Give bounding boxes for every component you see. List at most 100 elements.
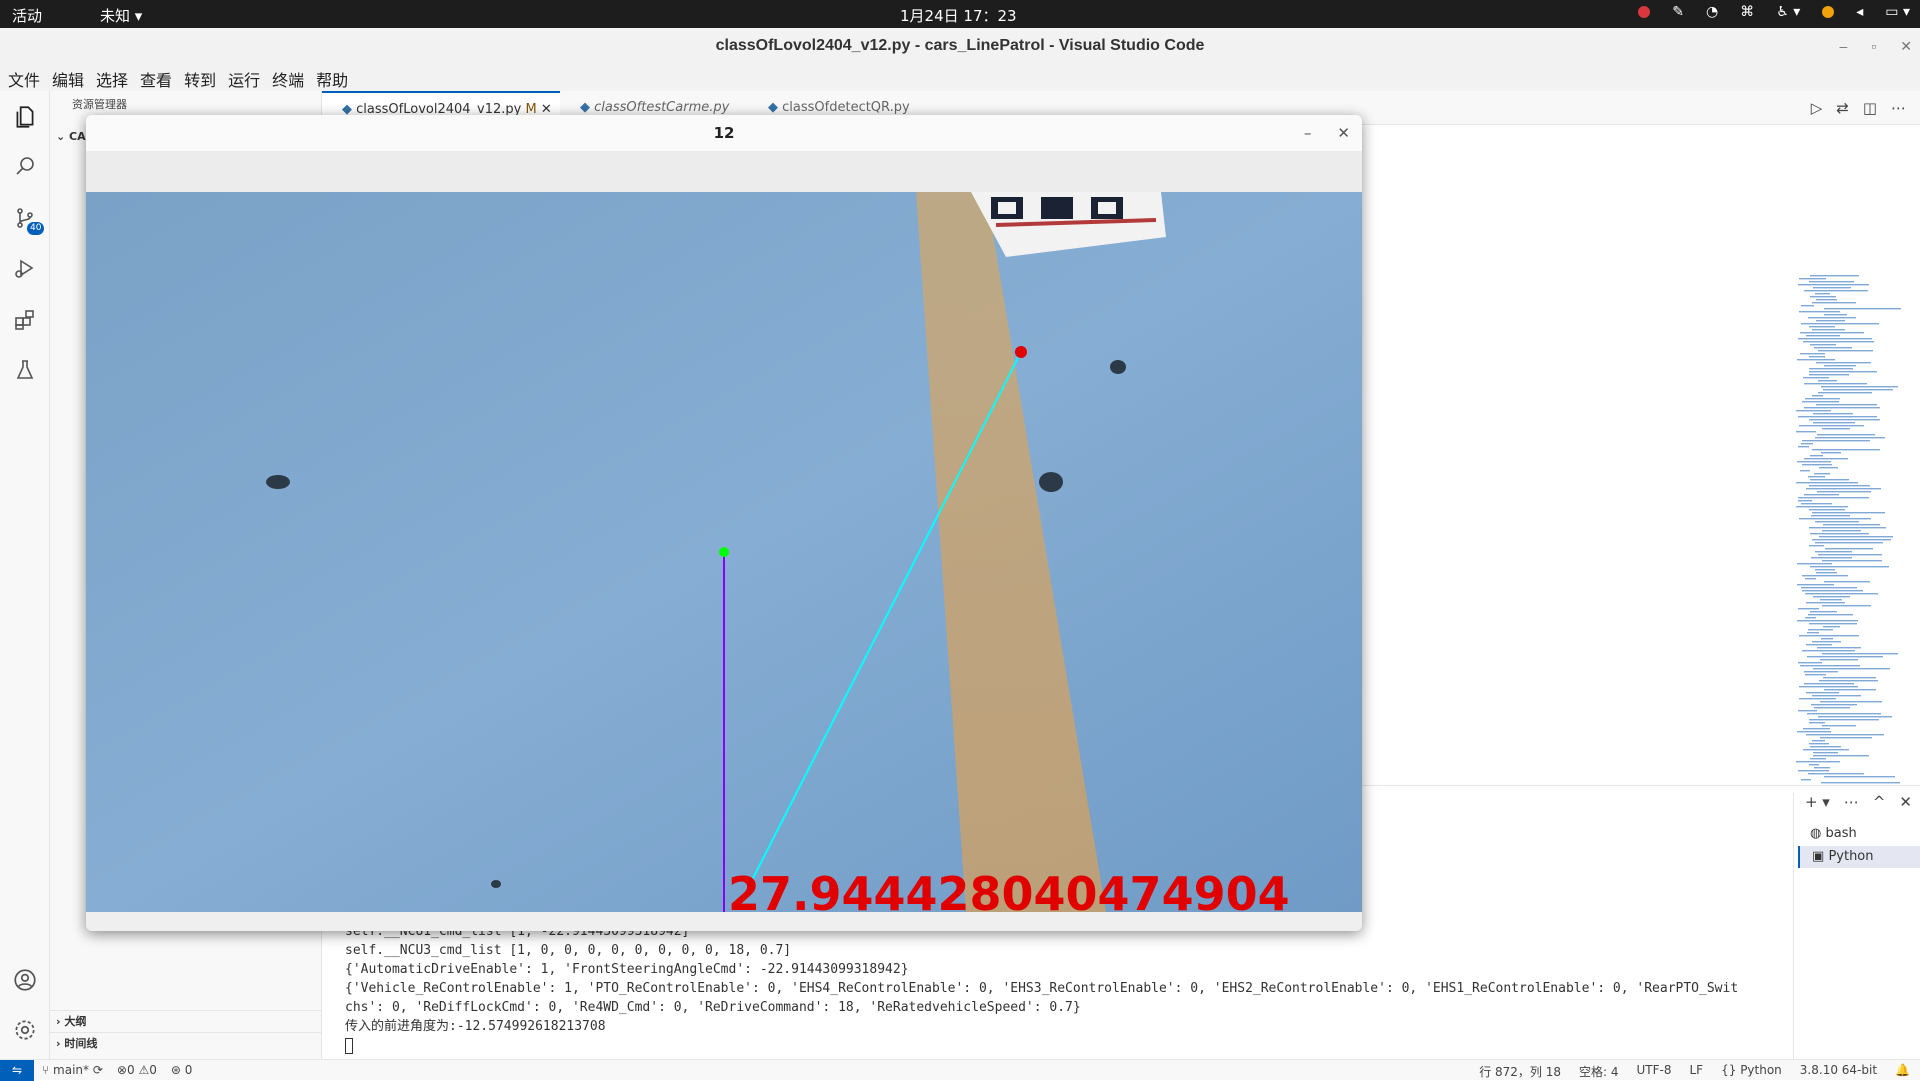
menu-help[interactable]: 帮助 <box>314 64 354 91</box>
bell-icon[interactable]: 🔔 <box>1895 1063 1910 1080</box>
workspace-folder[interactable]: ⌄ CA <box>56 130 86 143</box>
encoding[interactable]: UTF-8 <box>1637 1063 1672 1080</box>
menu-run[interactable]: 运行 <box>226 64 266 91</box>
minimap-line <box>1805 674 1826 676</box>
clock[interactable]: 1月24日 17：23 <box>900 5 1017 26</box>
account-icon[interactable] <box>0 957 50 1003</box>
minimap-line <box>1806 602 1845 604</box>
terminal-item-label: Python <box>1828 849 1874 864</box>
app-menu[interactable]: 未知 ▾ <box>100 5 142 26</box>
close-icon[interactable]: ✕ <box>1900 28 1912 64</box>
testing-icon[interactable] <box>0 347 50 393</box>
more-actions-icon[interactable]: ⋯ <box>1891 99 1906 117</box>
source-control-icon[interactable]: 40 <box>0 195 50 241</box>
warning-icon: ⚠ <box>138 1063 150 1077</box>
terminal-item-python[interactable]: ▣ Python <box>1798 846 1920 868</box>
minimap-line <box>1819 536 1893 538</box>
command-icon[interactable]: ⌘ <box>1740 4 1754 20</box>
menu-selection[interactable]: 选择 <box>94 64 134 91</box>
minimap-line <box>1816 320 1845 322</box>
settings-icon[interactable] <box>0 1007 50 1053</box>
extensions-icon[interactable] <box>0 297 50 343</box>
ports-indicator[interactable]: ⊛ 0 <box>171 1063 193 1077</box>
activities-button[interactable]: 活动 <box>12 5 42 26</box>
terminal-output[interactable]: self.__NCU1_cmd_list [1, -22.91443099318… <box>345 922 1738 1054</box>
battery-icon[interactable]: ▭ ▾ <box>1885 4 1910 20</box>
volume-icon[interactable]: ◂ <box>1856 4 1863 20</box>
timeline-section[interactable]: › 时间线 <box>50 1032 322 1054</box>
opencv-preview-window[interactable]: 12 – ✕ 27.944428040474904 <box>86 115 1362 931</box>
pen-icon[interactable]: ✎ <box>1672 4 1684 20</box>
minimap-line <box>1796 482 1858 484</box>
terminal-list: + ▾ ⋯ ^ ✕ ◍ bash ▣ Python <box>1793 793 1920 1059</box>
minimap-line <box>1813 413 1853 415</box>
maximize-icon[interactable]: ▫ <box>1871 28 1876 64</box>
minimap-line <box>1806 644 1832 646</box>
run-debug-icon[interactable] <box>0 245 50 291</box>
minimap-line <box>1824 365 1856 367</box>
minimap-line <box>1806 734 1884 736</box>
terminal-item-bash[interactable]: ◍ bash <box>1798 823 1920 845</box>
camera-frame: 27.944428040474904 <box>86 192 1362 912</box>
indentation[interactable]: 空格: 4 <box>1579 1063 1619 1080</box>
minimap-line <box>1799 686 1858 688</box>
minimap-line <box>1805 578 1816 580</box>
minimap-line <box>1804 290 1868 292</box>
cursor-position[interactable]: 行 872，列 18 <box>1479 1063 1561 1080</box>
new-terminal-icon[interactable]: + ▾ <box>1805 793 1830 811</box>
close-panel-icon[interactable]: ✕ <box>1899 793 1912 811</box>
status-dot-icon[interactable] <box>1822 6 1835 18</box>
minimap-line <box>1801 587 1857 589</box>
minimap-line <box>1810 533 1869 535</box>
minimap-line <box>1820 737 1872 739</box>
branch-indicator[interactable]: ⑂ main* ⟳ <box>42 1063 103 1077</box>
search-icon[interactable] <box>0 143 50 189</box>
close-icon[interactable]: ✕ <box>1337 115 1350 151</box>
menu-file[interactable]: 文件 <box>6 64 46 91</box>
minimap-line <box>1802 590 1863 592</box>
minimap-line <box>1801 503 1832 505</box>
end-of-line[interactable]: LF <box>1689 1063 1703 1080</box>
minimap-line <box>1813 755 1869 757</box>
menu-go[interactable]: 转到 <box>182 64 222 91</box>
split-editor-icon[interactable]: ◫ <box>1863 99 1877 117</box>
minimap-line <box>1822 653 1898 655</box>
remote-icon[interactable]: ⇋ <box>0 1060 34 1081</box>
minimap-line <box>1812 740 1825 742</box>
minimap-line <box>1809 485 1870 487</box>
system-top-bar: 活动 未知 ▾ 1月24日 17：23 ✎ ◔ ⌘ ♿ ▾ ◂ ▭ ▾ <box>0 0 1920 28</box>
target-point-marker <box>1015 346 1027 358</box>
menu-edit[interactable]: 编辑 <box>50 64 90 91</box>
menu-view[interactable]: 查看 <box>138 64 178 91</box>
minimap-line <box>1818 716 1892 718</box>
minimap-line <box>1812 695 1861 697</box>
more-actions-icon[interactable]: ⋯ <box>1844 793 1859 811</box>
minimap-line <box>1812 302 1856 304</box>
accessibility-icon[interactable]: ♿ ▾ <box>1776 4 1800 20</box>
minimize-icon[interactable]: – <box>1304 115 1312 151</box>
alert-icon[interactable] <box>1638 6 1651 18</box>
open-changes-icon[interactable]: ⇄ <box>1836 99 1849 117</box>
maximize-panel-icon[interactable]: ^ <box>1873 793 1886 811</box>
minimap-line <box>1809 326 1835 328</box>
network-icon[interactable]: ◔ <box>1706 4 1718 20</box>
minimap-line <box>1809 545 1824 547</box>
error-icon: ⊗ <box>116 1063 127 1077</box>
minimap-line <box>1812 539 1891 541</box>
minimap-line <box>1807 656 1883 658</box>
outline-label: 大纲 <box>64 1015 87 1028</box>
minimap-line <box>1819 680 1878 682</box>
python-interpreter[interactable]: 3.8.10 64-bit <box>1800 1063 1877 1080</box>
outline-section[interactable]: › 大纲 <box>50 1010 322 1032</box>
minimap-line <box>1824 308 1901 310</box>
explorer-icon[interactable] <box>0 94 50 140</box>
minimap-line <box>1817 647 1861 649</box>
minimize-icon[interactable]: – <box>1840 28 1848 64</box>
run-file-icon[interactable]: ▷ <box>1811 99 1823 117</box>
problems-indicator[interactable]: ⊗0 ⚠0 <box>117 1063 157 1077</box>
menu-terminal[interactable]: 终端 <box>270 64 310 91</box>
language-mode[interactable]: {} Python <box>1721 1063 1782 1080</box>
minimap-line <box>1798 497 1869 499</box>
minimap-line <box>1815 293 1830 295</box>
minimap-line <box>1801 443 1813 445</box>
